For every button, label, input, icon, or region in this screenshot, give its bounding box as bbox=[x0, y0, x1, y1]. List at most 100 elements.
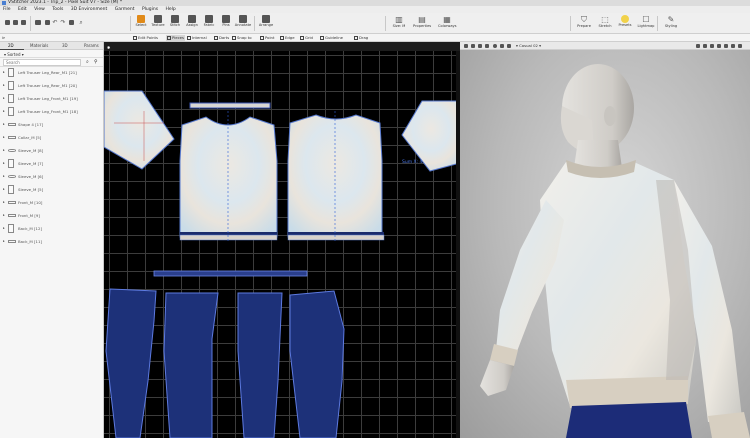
search-icon[interactable]: ⌕ bbox=[86, 59, 89, 65]
back-piece[interactable] bbox=[179, 116, 278, 238]
list-item[interactable]: ▸ Shape 4 [17] bbox=[0, 118, 103, 131]
sweater-back-cuff[interactable] bbox=[708, 412, 750, 438]
trouser-front-left-piece[interactable] bbox=[163, 292, 219, 438]
list-item[interactable]: ▸ Front_M [10] bbox=[0, 196, 103, 209]
pieces-toggle[interactable]: Pieces bbox=[166, 35, 185, 41]
view-mode-icon[interactable] bbox=[703, 44, 707, 48]
pattern-pieces: Sum X: 4 bbox=[104, 51, 460, 438]
list-item[interactable]: ▸ Sleeve_M [6] bbox=[0, 170, 103, 183]
avatar-ear bbox=[604, 106, 616, 126]
list-item[interactable]: ▸ Left Trouser Leg_Rear_M1 [21] bbox=[0, 66, 103, 79]
menu-help[interactable]: Help bbox=[166, 6, 176, 13]
back-rib[interactable] bbox=[179, 234, 278, 241]
menu-plugins[interactable]: Plugins bbox=[142, 6, 158, 13]
list-item[interactable]: ▸ Sleeve_M [8] bbox=[0, 144, 103, 157]
colorways-button[interactable]: ▦ Colorways bbox=[438, 15, 457, 33]
menu-3d-environment[interactable]: 3D Environment bbox=[71, 6, 108, 13]
pins-tool-button[interactable]: Pins bbox=[217, 15, 235, 33]
snap-to-toggle[interactable]: Snap to bbox=[232, 35, 252, 41]
front-hem-band[interactable] bbox=[288, 232, 384, 235]
import-icon[interactable] bbox=[18, 15, 28, 33]
avatar-trousers[interactable] bbox=[566, 402, 692, 438]
list-item[interactable]: ▸ Left Trouser Leg_Front_M1 [19] bbox=[0, 92, 103, 105]
menu-garment[interactable]: Garment bbox=[115, 6, 135, 13]
3d-viewport[interactable] bbox=[460, 50, 750, 438]
tab-params[interactable]: Params bbox=[84, 42, 99, 50]
avatar-selector[interactable]: ▾ Casual 02 ▾ bbox=[516, 43, 541, 48]
size-selector-button[interactable]: ▥ Size: M bbox=[390, 15, 408, 33]
prepare-button[interactable]: ⛉ Prepare bbox=[575, 15, 593, 33]
select-tool-button[interactable]: Select bbox=[132, 15, 150, 33]
toolbar-separator bbox=[30, 16, 31, 31]
lightmap-button[interactable]: ☐ Lightmap bbox=[637, 15, 655, 33]
snap-grid-toggle[interactable]: Grid bbox=[300, 35, 313, 41]
list-item[interactable]: ▸ Collar_M [5] bbox=[0, 131, 103, 144]
edit-points-toggle[interactable]: Edit Points bbox=[133, 35, 158, 41]
search-input[interactable] bbox=[3, 59, 81, 66]
view-mode-icon[interactable] bbox=[731, 44, 735, 48]
waistband-piece[interactable] bbox=[153, 270, 308, 277]
filter-icon[interactable]: ⚲ bbox=[94, 59, 98, 65]
back-hem-band[interactable] bbox=[180, 232, 277, 235]
zoom-icon[interactable]: ⌕ bbox=[76, 15, 86, 33]
view-mode-icon[interactable] bbox=[696, 44, 700, 48]
list-item[interactable]: ▸ Back_M [11] bbox=[0, 235, 103, 248]
render-icon[interactable] bbox=[485, 44, 489, 48]
piece-thumbnail bbox=[8, 175, 16, 178]
list-item[interactable]: ▸ Sleeve_M [7] bbox=[0, 157, 103, 170]
snap-point-toggle[interactable]: Point bbox=[260, 35, 274, 41]
styling-button[interactable]: ✎ Styling bbox=[662, 15, 680, 33]
view-mode-icon[interactable] bbox=[710, 44, 714, 48]
internal-toggle[interactable]: Internal bbox=[187, 35, 207, 41]
left-sleeve-piece[interactable] bbox=[104, 90, 175, 170]
fabric-tool-button[interactable]: Fabric bbox=[200, 15, 218, 33]
trouser-rear-left-piece[interactable] bbox=[105, 288, 157, 438]
annotate-tool-button[interactable]: Annotate bbox=[234, 15, 252, 33]
texture-tool-button[interactable]: Texture bbox=[149, 15, 167, 33]
stitch-tool-button[interactable]: Stitch bbox=[166, 15, 184, 33]
trouser-rear-right-piece[interactable] bbox=[289, 290, 345, 438]
menu-file[interactable]: File bbox=[3, 6, 11, 13]
app-icon bbox=[2, 1, 6, 5]
avatar-icon[interactable] bbox=[507, 44, 511, 48]
piece-thumbnail bbox=[8, 224, 14, 233]
sort-dropdown[interactable]: ▾ Sorted ▾ bbox=[4, 52, 24, 57]
drag-toggle[interactable]: Drag bbox=[354, 35, 368, 41]
collar-piece[interactable] bbox=[189, 102, 271, 109]
darts-toggle[interactable]: Darts bbox=[214, 35, 229, 41]
view-mode-icon[interactable] bbox=[724, 44, 728, 48]
menu-edit[interactable]: Edit bbox=[18, 6, 27, 13]
layers-icon[interactable] bbox=[66, 15, 76, 33]
vstitcher-app: VStitcher 2023.1 - Trip_2 - Pixel Suit V… bbox=[0, 0, 750, 438]
camera-icon[interactable] bbox=[464, 44, 468, 48]
menu-tools[interactable]: Tools bbox=[52, 6, 63, 13]
snap-edge-toggle[interactable]: Edge bbox=[280, 35, 295, 41]
trouser-front-right-piece[interactable] bbox=[237, 292, 283, 438]
menu-view[interactable]: View bbox=[34, 6, 45, 13]
piece-thumbnail bbox=[8, 123, 16, 126]
properties-button[interactable]: ▤ Properties bbox=[413, 15, 431, 33]
grid-icon[interactable] bbox=[478, 44, 482, 48]
presets-button[interactable]: Presets bbox=[616, 15, 634, 33]
snap-guideline-toggle[interactable]: Guideline bbox=[320, 35, 343, 41]
rotate-icon[interactable] bbox=[493, 44, 497, 48]
panel-toggle-icon[interactable]: ⊳ bbox=[2, 35, 5, 41]
fit-view-icon[interactable] bbox=[500, 44, 504, 48]
light-icon[interactable] bbox=[471, 44, 475, 48]
menu-bar: File Edit View Tools 3D Environment Garm… bbox=[0, 6, 750, 13]
list-item[interactable]: ▸ Back_M [12] bbox=[0, 222, 103, 235]
view-mode-icon[interactable] bbox=[738, 44, 742, 48]
tab-3d[interactable]: 3D bbox=[62, 42, 68, 50]
assign-tool-button[interactable]: Assign bbox=[183, 15, 201, 33]
list-item[interactable]: ▸ Left Trouser Leg_Rear_M1 [20] bbox=[0, 79, 103, 92]
front-rib[interactable] bbox=[287, 234, 385, 241]
stretch-button[interactable]: ⬚ Stretch bbox=[596, 15, 614, 33]
list-item[interactable]: ▸ Front_M [9] bbox=[0, 209, 103, 222]
arrange-tool-button[interactable]: Arrange bbox=[257, 15, 275, 33]
list-item[interactable]: ▸ Left Trouser Leg_Front_M1 [18] bbox=[0, 105, 103, 118]
2d-pattern-canvas[interactable]: Sum X: 4 bbox=[104, 51, 460, 438]
view-mode-icon[interactable] bbox=[717, 44, 721, 48]
list-item[interactable]: ▸ Sleeve_M [5] bbox=[0, 183, 103, 196]
view-options-icon[interactable]: ✱ bbox=[107, 45, 110, 50]
tab-materials[interactable]: Materials bbox=[30, 42, 48, 50]
